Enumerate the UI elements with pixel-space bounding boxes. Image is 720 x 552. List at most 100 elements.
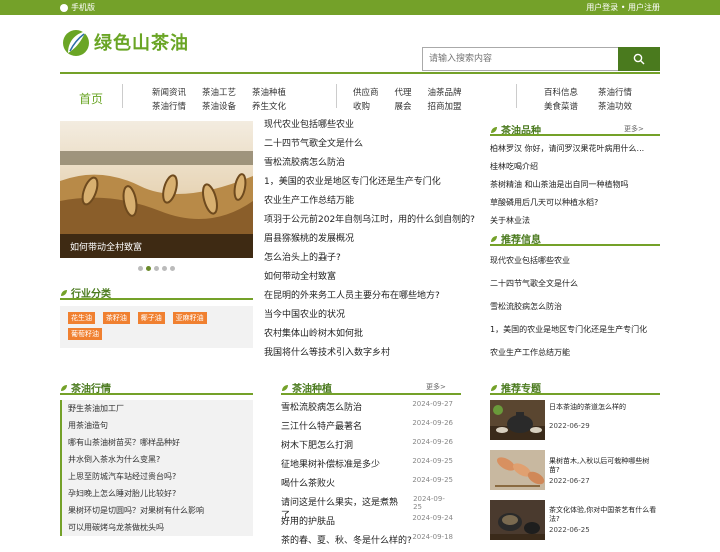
list-item[interactable]: 哪有山茶油树苗买？哪样品种好 bbox=[60, 434, 253, 451]
slider-dot[interactable] bbox=[138, 266, 143, 271]
nav-home[interactable]: 首页 bbox=[79, 90, 103, 107]
news-item[interactable]: 怎么治头上的蝨子? bbox=[264, 251, 484, 270]
leaf-bullet-icon bbox=[282, 384, 288, 391]
planting-more-link[interactable]: 更多> bbox=[426, 382, 446, 392]
list-item[interactable]: 茶树精油 和山茶油是出自同一种植物吗 bbox=[490, 179, 660, 197]
slider-dots bbox=[138, 266, 175, 271]
list-item[interactable]: 桂林吃喝介绍 bbox=[490, 161, 660, 179]
leaf-bullet-icon bbox=[491, 235, 497, 242]
site-logo[interactable]: 绿色山茶油 bbox=[62, 27, 189, 57]
table-row[interactable]: 征地果树补偿标准是多少 2024-09-25 bbox=[281, 457, 453, 476]
list-item[interactable]: 农业生产工作总结万能 bbox=[490, 347, 660, 370]
news-item[interactable]: 如何带动全村致富 bbox=[264, 270, 484, 289]
nav-group-business: 供应商 代理 油茶品牌 收购 展会 招商加盟 bbox=[353, 86, 462, 112]
nav-item[interactable]: 招商加盟 bbox=[428, 100, 462, 112]
mobile-version-link[interactable]: 手机版 bbox=[60, 2, 95, 13]
search-box bbox=[422, 47, 660, 71]
list-item[interactable]: 可以用碳烤乌龙茶做枕头吗 bbox=[60, 519, 253, 536]
list-item[interactable]: 草酸磷用后几天可以种植水稻? bbox=[490, 197, 660, 215]
list-item[interactable]: 柏林罗汉 你好，请问罗汉果花叶病用什么... bbox=[490, 143, 660, 161]
nav-item[interactable]: 茶油行情 bbox=[598, 86, 632, 98]
main-nav: 首页 新闻资讯 茶油工艺 茶油种植 茶油行情 茶油设备 养生文化 供应商 代理 … bbox=[60, 80, 660, 114]
top-bar: 手机版 用户登录 • 用户注册 bbox=[0, 0, 720, 15]
slider-dot[interactable] bbox=[154, 266, 159, 271]
nav-item[interactable]: 茶油行情 bbox=[152, 100, 186, 112]
table-row[interactable]: 请问这是什么果实，这是煮熟了... 2024-09-25 bbox=[281, 495, 453, 521]
leaf-bullet-icon bbox=[491, 126, 497, 133]
list-item[interactable]: 雪松流胶病怎么防治 bbox=[490, 301, 660, 324]
search-button[interactable] bbox=[618, 47, 660, 71]
list-item[interactable]: 1，美国的农业是地区专门化还是生产专门化 bbox=[490, 324, 660, 347]
list-item[interactable]: 孕妇晚上怎么睡对胎儿比较好? bbox=[60, 485, 253, 502]
news-item[interactable]: 现代农业包括哪些农业 bbox=[264, 118, 484, 137]
news-item[interactable]: 二十四节气歌全文是什么 bbox=[264, 137, 484, 156]
slider-dot-active[interactable] bbox=[146, 266, 151, 271]
news-item[interactable]: 眉县猕猴桃的发展概况 bbox=[264, 232, 484, 251]
table-row[interactable]: 树木下肥怎么打洞 2024-09-26 bbox=[281, 438, 453, 457]
table-row[interactable]: 茶的春、夏、秋、冬是什么样的? 2024-09-18 bbox=[281, 533, 453, 552]
list-item[interactable]: 二十四节气歌全文是什么 bbox=[490, 278, 660, 301]
login-link[interactable]: 用户登录 bbox=[586, 3, 618, 12]
logo-text: 绿色山茶油 bbox=[94, 33, 189, 54]
nav-item[interactable]: 代理 bbox=[395, 86, 412, 98]
news-item[interactable]: 雪松流胶病怎么防治 bbox=[264, 156, 484, 175]
news-item[interactable]: 农村集体山岭树木如何批 bbox=[264, 327, 484, 346]
slider-dot[interactable] bbox=[170, 266, 175, 271]
section-underline bbox=[490, 134, 660, 136]
nav-divider bbox=[336, 84, 337, 108]
list-item[interactable]: 用茶油造句 bbox=[60, 417, 253, 434]
nav-item[interactable]: 茶油工艺 bbox=[202, 86, 236, 98]
list-item[interactable]: 上思至防城汽车站经过贵台吗? bbox=[60, 468, 253, 485]
list-item[interactable]: 井水倒入茶水为什么变黑? bbox=[60, 451, 253, 468]
topic-item[interactable]: 日本茶油的茶道怎么样的 2022-06-29 bbox=[490, 400, 660, 440]
search-input[interactable] bbox=[422, 47, 618, 71]
nav-item[interactable]: 茶油种植 bbox=[252, 86, 286, 98]
nav-item[interactable]: 新闻资讯 bbox=[152, 86, 186, 98]
news-item[interactable]: 项羽于公元前202年自刎乌江时，用的什么剑自刎的? bbox=[264, 213, 484, 232]
news-item[interactable]: 农业生产工作总结万能 bbox=[264, 194, 484, 213]
phone-icon bbox=[60, 3, 68, 12]
register-link[interactable]: 用户注册 bbox=[628, 3, 660, 12]
news-item[interactable]: 当今中国农业的状况 bbox=[264, 308, 484, 327]
nav-item[interactable]: 油茶品牌 bbox=[428, 86, 462, 98]
topic-item[interactable]: 果树苗木,入秋以后可栽种哪些树苗? 2022-06-27 bbox=[490, 450, 660, 490]
industry-tags: 花生油 茶籽油 椰子油 亚麻籽油 葡萄籽油 bbox=[60, 306, 253, 348]
varieties-more-link[interactable]: 更多> bbox=[624, 124, 644, 134]
nav-divider bbox=[122, 84, 123, 108]
section-underline bbox=[60, 393, 253, 395]
news-item[interactable]: 我国将什么等技术引入数字乡村 bbox=[264, 346, 484, 365]
list-item[interactable]: 现代农业包括哪些农业 bbox=[490, 255, 660, 278]
tag-item[interactable]: 花生油 bbox=[68, 312, 95, 324]
list-item[interactable]: 果树环切是切圆吗？对果树有什么影响 bbox=[60, 502, 253, 519]
nav-item[interactable]: 茶油功效 bbox=[598, 100, 632, 112]
tag-item[interactable]: 葡萄籽油 bbox=[68, 328, 102, 340]
nav-group-info: 百科信息 茶油行情 美食菜谱 茶油功效 bbox=[544, 86, 632, 112]
nav-item[interactable]: 供应商 bbox=[353, 86, 379, 98]
leaf-icon bbox=[63, 30, 89, 56]
nav-item[interactable]: 茶油设备 bbox=[202, 100, 236, 112]
header-divider bbox=[60, 72, 660, 74]
news-item[interactable]: 1，美国的农业是地区专门化还是生产专门化 bbox=[264, 175, 484, 194]
search-icon bbox=[633, 53, 645, 65]
table-row[interactable]: 三江什么特产最著名 2024-09-26 bbox=[281, 419, 453, 438]
slider-dot[interactable] bbox=[162, 266, 167, 271]
nav-item[interactable]: 美食菜谱 bbox=[544, 100, 578, 112]
image-slider[interactable]: 如何带动全村致富 bbox=[60, 121, 253, 258]
nav-divider bbox=[516, 84, 517, 108]
tag-item[interactable]: 椰子油 bbox=[137, 312, 165, 324]
nav-item[interactable]: 百科信息 bbox=[544, 86, 578, 98]
nav-item[interactable]: 展会 bbox=[395, 100, 412, 112]
table-row[interactable]: 好用的护肤品 2024-09-24 bbox=[281, 514, 453, 533]
tag-item[interactable]: 茶籽油 bbox=[102, 312, 130, 324]
nav-item[interactable]: 养生文化 bbox=[252, 100, 286, 112]
slider-caption[interactable]: 如何带动全村致富 bbox=[60, 234, 253, 258]
nav-item[interactable]: 收购 bbox=[353, 100, 379, 112]
leaf-bullet-icon bbox=[61, 289, 67, 296]
topic-item[interactable]: 茶文化体验,你对中国茶艺有什么看法? 2022-06-25 bbox=[490, 500, 660, 540]
list-item[interactable]: 野生茶油加工厂 bbox=[60, 400, 253, 417]
table-row[interactable]: 雪松流胶病怎么防治 2024-09-27 bbox=[281, 400, 453, 419]
table-row[interactable]: 喝什么茶败火 2024-09-25 bbox=[281, 476, 453, 495]
news-item[interactable]: 在昆明的外来务工人员主要分布在哪些地方? bbox=[264, 289, 484, 308]
tea-set-image bbox=[490, 400, 545, 440]
tag-item[interactable]: 亚麻籽油 bbox=[172, 312, 207, 324]
